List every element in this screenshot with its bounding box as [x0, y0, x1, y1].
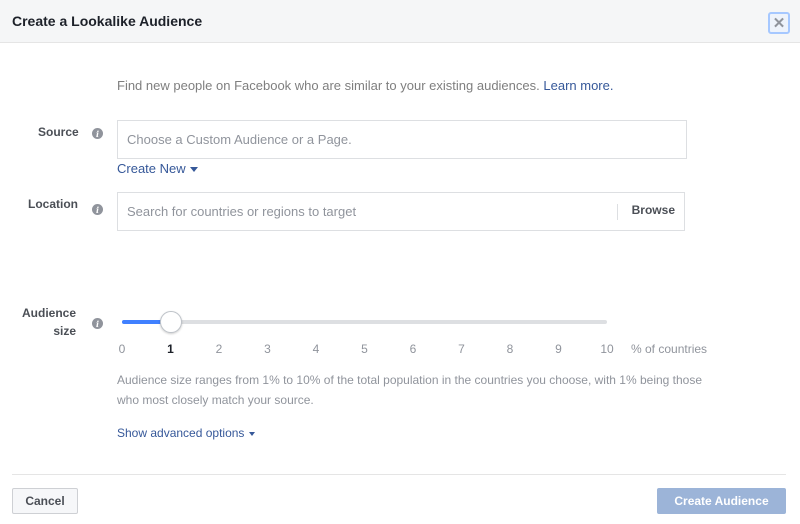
location-field[interactable]: Browse [117, 192, 685, 231]
intro-text: Find new people on Facebook who are simi… [117, 78, 613, 93]
create-audience-button[interactable]: Create Audience [657, 488, 786, 514]
close-button[interactable]: ✕ [768, 12, 790, 34]
slider-ticks: 0 1 2 3 4 5 6 7 8 9 10 [119, 342, 614, 358]
slider-tick-0[interactable]: 0 [119, 342, 126, 356]
slider-tick-6[interactable]: 6 [410, 342, 417, 356]
audience-size-slider[interactable] [122, 311, 607, 333]
show-advanced-options-label: Show advanced options [117, 426, 245, 440]
source-label: Source [38, 125, 79, 139]
audience-size-label-line2: size [53, 324, 77, 338]
audience-size-description: Audience size ranges from 1% to 10% of t… [117, 373, 703, 407]
browse-divider [617, 204, 618, 220]
learn-more-link[interactable]: Learn more. [543, 78, 613, 93]
create-new-label: Create New [117, 161, 186, 176]
audience-size-label-line1: Audience [22, 306, 77, 320]
slider-tick-1[interactable]: 1 [167, 342, 174, 356]
source-field[interactable] [117, 120, 687, 159]
audience-size-label: Audience size [22, 304, 76, 340]
slider-tick-10[interactable]: 10 [600, 342, 613, 356]
slider-tick-4[interactable]: 4 [313, 342, 320, 356]
create-new-dropdown[interactable]: Create New [117, 161, 198, 176]
slider-tick-5[interactable]: 5 [361, 342, 368, 356]
slider-thumb[interactable] [159, 311, 182, 333]
slider-tick-2[interactable]: 2 [216, 342, 223, 356]
caret-down-icon [249, 432, 256, 436]
info-icon[interactable]: i [92, 128, 103, 139]
cancel-button[interactable]: Cancel [12, 488, 78, 514]
caret-down-icon [189, 167, 198, 172]
info-icon[interactable]: i [92, 318, 103, 329]
dialog-title: Create a Lookalike Audience [12, 13, 203, 29]
slider-tick-3[interactable]: 3 [264, 342, 271, 356]
slider-unit-label: % of countries [631, 342, 708, 356]
location-input[interactable] [127, 204, 607, 219]
intro-description: Find new people on Facebook who are simi… [117, 78, 540, 93]
source-input[interactable] [127, 132, 686, 147]
browse-button[interactable]: Browse [632, 203, 675, 217]
slider-tick-7[interactable]: 7 [458, 342, 465, 356]
footer-divider [12, 474, 786, 475]
info-icon[interactable]: i [92, 204, 103, 215]
slider-tick-8[interactable]: 8 [507, 342, 514, 356]
location-label: Location [28, 197, 78, 211]
slider-tick-9[interactable]: 9 [555, 342, 562, 356]
dialog-header: Create a Lookalike Audience ✕ [0, 0, 800, 43]
show-advanced-options-link[interactable]: Show advanced options [117, 426, 256, 440]
close-icon: ✕ [772, 14, 786, 32]
